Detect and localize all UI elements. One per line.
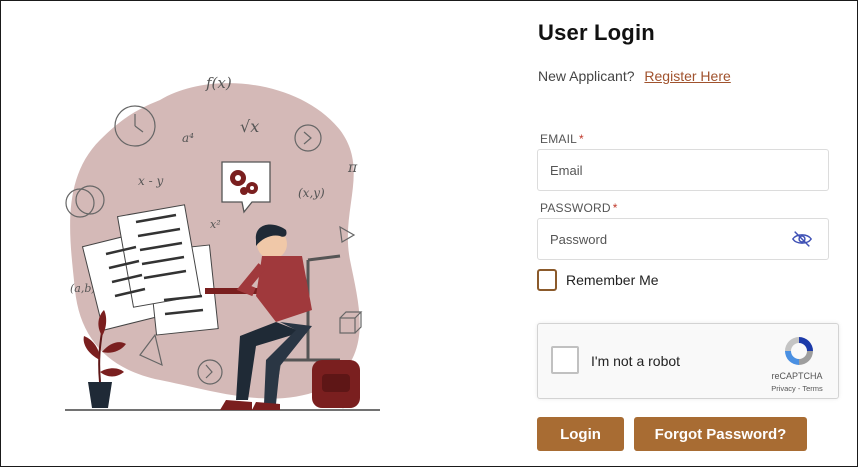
email-field[interactable]: [537, 149, 829, 191]
eye-slash-icon[interactable]: [791, 229, 813, 249]
recaptcha-widget: I'm not a robot reCAPTCHA Privacy - Term…: [537, 323, 839, 399]
password-label: PASSWORD *: [540, 201, 618, 215]
email-label-text: EMAIL: [540, 132, 578, 146]
svg-text:a⁴: a⁴: [182, 131, 194, 145]
svg-text:f(x): f(x): [205, 74, 232, 92]
recaptcha-brand: reCAPTCHA: [771, 371, 823, 381]
backpack: [312, 360, 360, 408]
recaptcha-checkbox[interactable]: [551, 346, 579, 374]
email-label: EMAIL *: [540, 132, 584, 146]
recaptcha-links[interactable]: Privacy - Terms: [762, 384, 832, 393]
svg-text:x - y: x - y: [138, 174, 163, 188]
student-study-illustration: f(x) √x a⁴ x - y x² (x,y) π (a,b): [65, 74, 380, 411]
new-applicant-row: New Applicant? Register Here: [538, 68, 731, 84]
required-mark: *: [579, 132, 584, 146]
register-link[interactable]: Register Here: [644, 68, 730, 84]
login-button[interactable]: Login: [537, 417, 624, 451]
page-title: User Login: [538, 20, 655, 45]
svg-text:(x,y): (x,y): [298, 186, 325, 200]
remember-me-row: Remember Me: [537, 269, 659, 291]
svg-text:x²: x²: [210, 218, 221, 231]
recaptcha-label: I'm not a robot: [591, 353, 681, 369]
password-field[interactable]: [537, 218, 829, 260]
forgot-password-button[interactable]: Forgot Password?: [634, 417, 807, 451]
new-applicant-text: New Applicant?: [538, 68, 635, 84]
remember-me-checkbox[interactable]: [537, 269, 557, 291]
svg-text:π: π: [347, 160, 358, 176]
required-mark: *: [612, 201, 618, 215]
remember-me-label: Remember Me: [566, 272, 659, 288]
password-label-text: PASSWORD: [540, 201, 611, 215]
recaptcha-icon: [785, 337, 813, 365]
svg-text:√x: √x: [240, 117, 259, 136]
